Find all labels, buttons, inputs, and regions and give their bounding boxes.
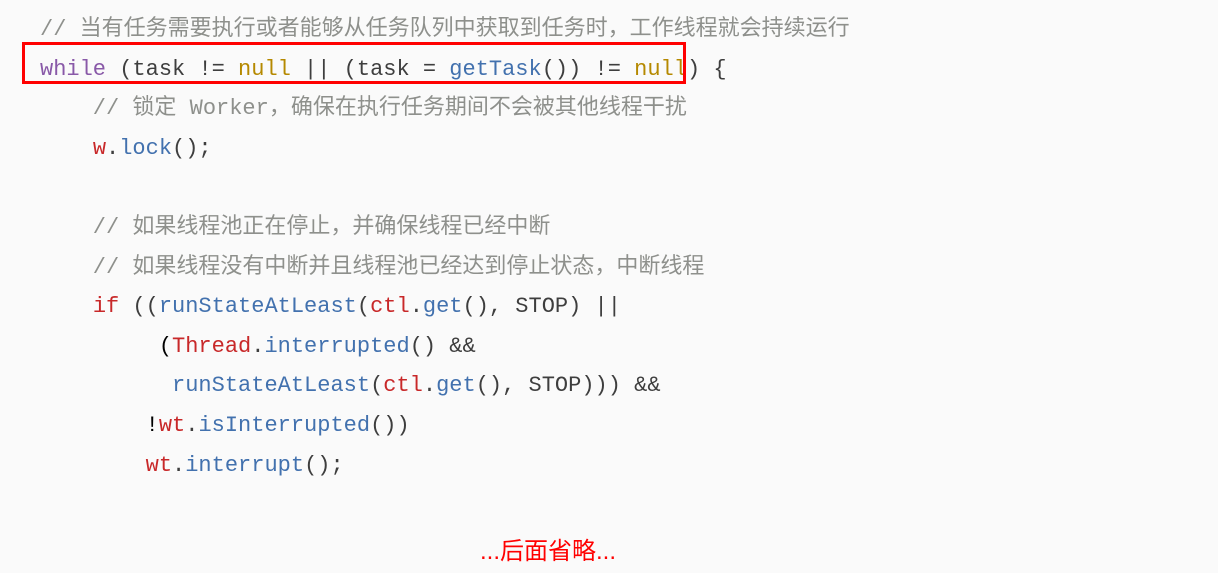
code-line-2: while (task != null || (task = getTask()… [0,50,1218,90]
punctuation: ( [370,373,383,398]
null-keyword: null [634,57,687,82]
method-call: get [436,373,476,398]
method-call: runStateAtLeast [159,294,357,319]
comment-text: // 如果线程没有中断并且线程池已经达到停止状态，中断线程 [40,255,704,280]
dot: . [172,453,185,478]
code-line-6: // 如果线程池正在停止，并确保线程已经中断 [0,208,1218,248]
code-line-5 [0,168,1218,208]
indent: ( [40,334,172,359]
variable: wt [159,413,185,438]
code-text: () && [410,334,476,359]
class-name: Thread [172,334,251,359]
null-keyword: null [238,57,291,82]
code-line-7: // 如果线程没有中断并且线程池已经达到停止状态，中断线程 [0,248,1218,288]
dot: . [106,136,119,161]
dot: . [185,413,198,438]
code-line-11: !wt.isInterrupted()) [0,406,1218,446]
indent [40,373,172,398]
punctuation: (( [119,294,159,319]
code-line-3: // 锁定 Worker，确保在执行任务期间不会被其他线程干扰 [0,89,1218,129]
space [225,57,238,82]
punctuation: (); [172,136,212,161]
method-call: runStateAtLeast [172,373,370,398]
variable: wt [146,453,172,478]
operator: != [198,57,224,82]
variable: ctl [370,294,410,319]
while-keyword: while [40,57,106,82]
code-line-9: (Thread.interrupted() && [0,327,1218,367]
indent [40,453,146,478]
variable: ctl [383,373,423,398]
dot: . [410,294,423,319]
punctuation: (); [304,453,344,478]
method-call: isInterrupted [198,413,370,438]
code-line-4: w.lock(); [0,129,1218,169]
code-line-1: // 当有任务需要执行或者能够从任务队列中获取到任务时，工作线程就会持续运行 [0,10,1218,50]
dot: . [251,334,264,359]
indent [40,136,93,161]
code-text: ()) [542,57,595,82]
dot: . [423,373,436,398]
method-call: lock [119,136,172,161]
indent [40,294,93,319]
code-text: (), STOP) || [463,294,621,319]
code-container: // 当有任务需要执行或者能够从任务队列中获取到任务时，工作线程就会持续运行 w… [0,0,1218,495]
comment-text: // 如果线程池正在停止，并确保线程已经中断 [40,215,550,240]
code-line-12: wt.interrupt(); [0,446,1218,486]
space [436,57,449,82]
space [621,57,634,82]
comment-text: // 锁定 Worker，确保在执行任务期间不会被其他线程干扰 [40,96,687,121]
variable: w [93,136,106,161]
annotation-text: ...后面省略... [480,530,616,573]
indent: ! [40,413,159,438]
method-call: get [423,294,463,319]
operator: = [423,57,436,82]
method-call: interrupted [264,334,409,359]
punctuation: ( [357,294,370,319]
code-line-10: runStateAtLeast(ctl.get(), STOP))) && [0,366,1218,406]
method-call: getTask [449,57,541,82]
code-text: (), STOP))) && [476,373,661,398]
if-keyword: if [93,294,119,319]
code-text: (task [106,57,198,82]
comment-text: // 当有任务需要执行或者能够从任务队列中获取到任务时，工作线程就会持续运行 [40,17,850,42]
code-text: ) { [687,57,727,82]
method-call: interrupt [185,453,304,478]
punctuation: ()) [370,413,410,438]
operator: != [595,57,621,82]
code-line-8: if ((runStateAtLeast(ctl.get(), STOP) || [0,287,1218,327]
code-text: || (task [291,57,423,82]
